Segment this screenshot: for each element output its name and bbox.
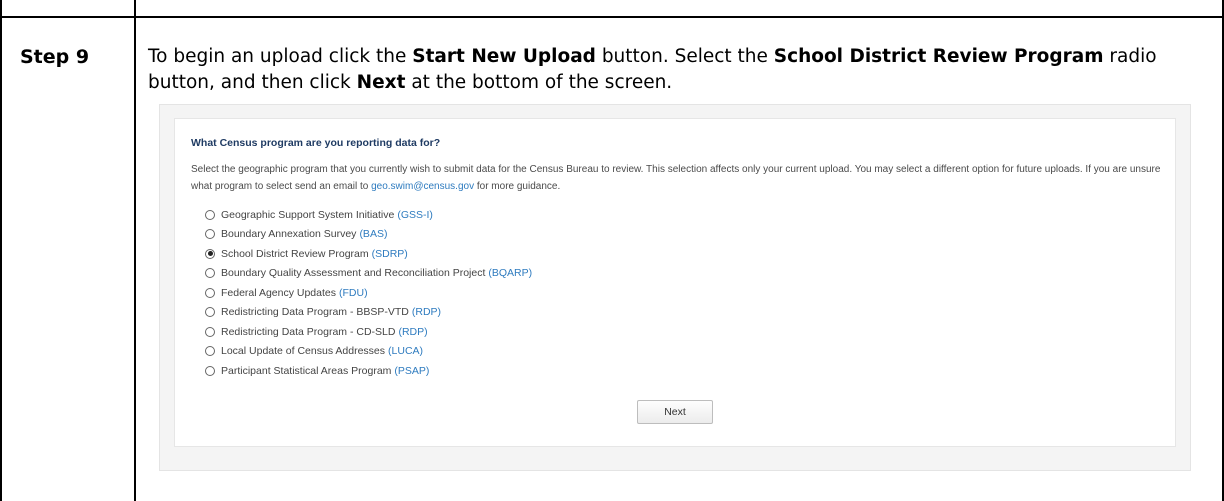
table-top-border — [0, 16, 1224, 18]
option-label: Federal Agency Updates — [221, 286, 336, 299]
option-code: (FDU) — [339, 286, 368, 299]
table-divider — [134, 0, 136, 501]
question-heading: What Census program are you reporting da… — [191, 137, 441, 149]
screenshot-frame: What Census program are you reporting da… — [159, 104, 1191, 471]
program-option[interactable]: School District Review Program (SDRP) — [205, 244, 532, 264]
option-label: Boundary Quality Assessment and Reconcil… — [221, 267, 486, 280]
email-link[interactable]: geo.swim@census.gov — [371, 181, 474, 192]
option-label: Redistricting Data Program - CD-SLD — [221, 325, 396, 338]
option-label: Boundary Annexation Survey — [221, 228, 357, 241]
instr-start-upload: Start New Upload — [412, 46, 596, 67]
option-label: Geographic Support System Initiative — [221, 208, 395, 221]
program-option[interactable]: Boundary Annexation Survey (BAS) — [205, 225, 532, 245]
option-code: (SDRP) — [371, 247, 408, 260]
program-option[interactable]: Redistricting Data Program - BBSP-VTD (RD… — [205, 303, 532, 323]
instr-text: at the bottom of the screen. — [405, 72, 673, 93]
program-option[interactable]: Boundary Quality Assessment and Reconcil… — [205, 264, 532, 284]
program-selection-panel: What Census program are you reporting da… — [174, 118, 1176, 447]
radio-button-icon[interactable] — [205, 209, 215, 220]
option-code: (BAS) — [359, 228, 388, 241]
option-code: (LUCA) — [388, 345, 424, 358]
desc-text: Select the geographic program that you c… — [191, 164, 1161, 192]
instr-text: button. Select the — [595, 46, 774, 67]
program-option[interactable]: Redistricting Data Program - CD-SLD (RDP) — [205, 322, 532, 342]
option-code: (RDP) — [411, 306, 442, 319]
radio-button-icon[interactable] — [205, 287, 215, 298]
program-option[interactable]: Local Update of Census Addresses (LUCA) — [205, 342, 532, 362]
desc-text: for more guidance. — [474, 181, 561, 192]
instr-text: To begin an upload click the — [148, 46, 413, 67]
question-description: Select the geographic program that you c… — [191, 161, 1171, 195]
table-left-border — [0, 0, 2, 501]
radio-button-icon[interactable] — [205, 307, 215, 318]
instr-program: School District Review Program — [773, 46, 1104, 67]
option-label: Participant Statistical Areas Program — [221, 364, 392, 377]
radio-button-icon[interactable] — [205, 229, 215, 240]
option-code: (BQARP) — [488, 267, 533, 280]
program-option[interactable]: Federal Agency Updates (FDU) — [205, 283, 532, 303]
option-label: School District Review Program — [221, 247, 369, 260]
step-instructions: To begin an upload click the Start New U… — [148, 44, 1208, 96]
radio-button-icon[interactable] — [205, 268, 215, 279]
radio-button-icon[interactable] — [205, 248, 215, 259]
option-code: (RDP) — [398, 325, 428, 338]
radio-button-icon[interactable] — [205, 346, 215, 357]
radio-button-icon[interactable] — [205, 326, 215, 337]
radio-button-icon[interactable] — [205, 365, 215, 376]
option-code: (PSAP) — [394, 364, 430, 377]
option-code: (GSS-I) — [397, 208, 433, 221]
step-label: Step 9 — [20, 46, 90, 68]
instr-next: Next — [356, 72, 406, 93]
program-option[interactable]: Geographic Support System Initiative (GSS… — [205, 205, 532, 225]
option-label: Redistricting Data Program - BBSP-VTD — [221, 306, 409, 319]
option-label: Local Update of Census Addresses — [221, 345, 386, 358]
program-option[interactable]: Participant Statistical Areas Program (PS… — [205, 361, 532, 381]
program-options: Geographic Support System Initiative (GSS… — [205, 205, 532, 381]
next-button[interactable]: Next — [637, 400, 713, 424]
